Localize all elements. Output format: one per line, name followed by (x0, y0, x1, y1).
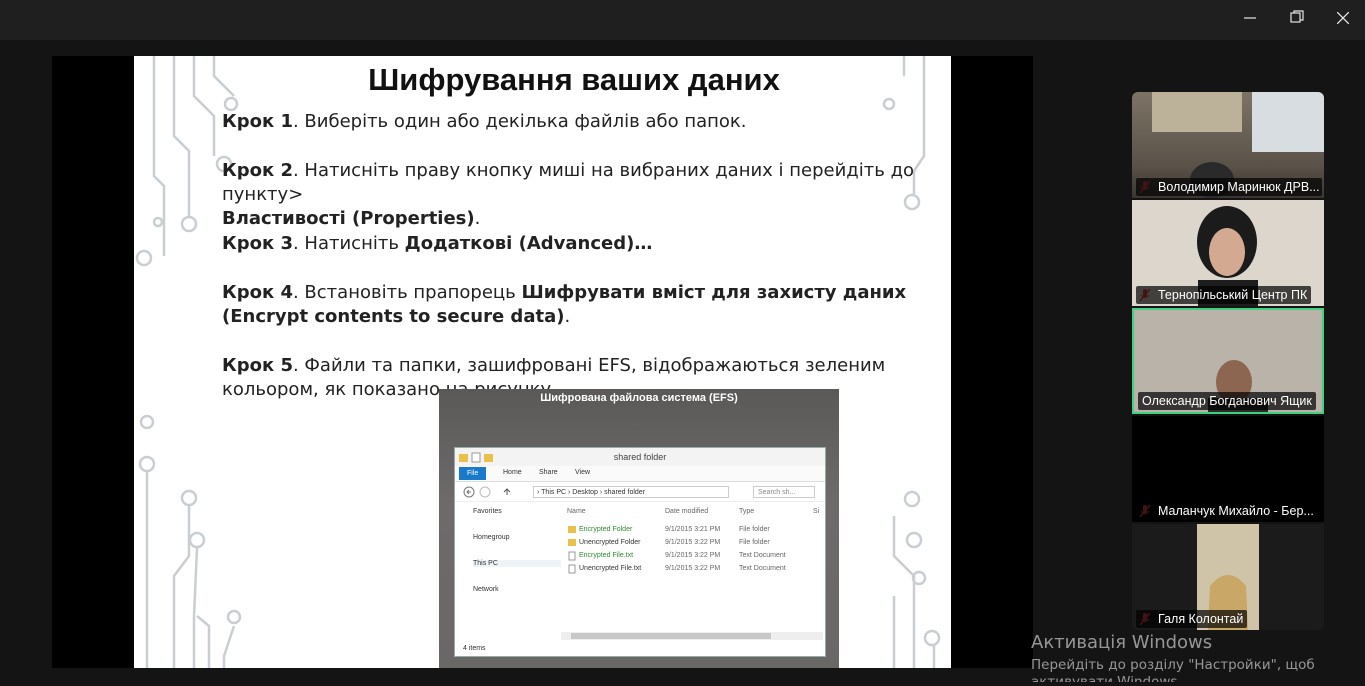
participant-tile-2[interactable]: Тернопільський Центр ПК (1132, 200, 1324, 306)
step-5-label: Крок 5 (222, 355, 293, 376)
figure-caption: Шифрована файлова система (EFS) (540, 392, 738, 404)
row-type: Text Document (739, 565, 786, 572)
ribbon-tab-file[interactable]: File (459, 467, 487, 480)
ribbon-tab-home[interactable]: Home (503, 469, 522, 476)
col-size[interactable]: Si (813, 508, 819, 515)
nav-item-favorites[interactable]: Favorites (473, 508, 502, 515)
slide-title: Шифрування ваших даних (368, 62, 780, 97)
close-icon[interactable] (1323, 6, 1363, 34)
participant-name: Володимир Маринюк ДРВ... (1136, 178, 1322, 196)
activation-subtitle: Перейдіть до розділу "Настройки", щоб (1031, 657, 1315, 673)
row-date: 9/1/2015 3:22 PM (665, 565, 721, 572)
efs-figure: Шифрована файлова система (EFS) shared f… (439, 389, 839, 668)
explorer-title: shared folder (455, 448, 825, 466)
ribbon-tab-share[interactable]: Share (539, 469, 558, 476)
participant-tile-4[interactable]: Маланчук Михайло - Бер... (1132, 416, 1324, 522)
folder-icon (459, 452, 493, 463)
ribbon-tab-view[interactable]: View (575, 469, 590, 476)
step-2: Крок 2. Натисніть праву кнопку миші на в… (222, 159, 942, 231)
row-date: 9/1/2015 3:22 PM (665, 552, 721, 559)
participant-name: Тернопільський Центр ПК (1136, 286, 1312, 304)
row-name[interactable]: Unencrypted File.txt (579, 565, 641, 572)
minimize-icon[interactable] (1230, 6, 1270, 34)
step-2-text: . Натисніть праву кнопку миші на вибрани… (222, 160, 915, 205)
nav-arrows-icon[interactable] (463, 486, 523, 498)
activation-subtitle-2: активувати Windows. (1031, 674, 1182, 682)
step-4-tail: . (564, 306, 571, 327)
participant-tile-5[interactable]: Галя Колонтай (1132, 524, 1324, 630)
step-3: Крок 3. Натисніть Додаткові (Advanced)… (222, 232, 942, 256)
horizontal-scrollbar[interactable] (561, 632, 823, 640)
explorer-ribbon: File Home Share View (455, 466, 825, 482)
nav-item-this-pc[interactable]: This PC (473, 560, 561, 567)
col-type[interactable]: Type (739, 508, 754, 515)
restore-icon[interactable] (1277, 6, 1317, 34)
presentation-slide: Шифрування ваших даних Крок 1. Виберіть … (134, 56, 951, 668)
file-icons (568, 526, 576, 574)
row-date: 9/1/2015 3:22 PM (665, 539, 721, 546)
step-4-label: Крок 4 (222, 282, 293, 303)
title-bar (0, 0, 1365, 40)
col-name[interactable]: Name (567, 508, 586, 515)
step-3-bold: Додаткові (Advanced)… (404, 233, 653, 254)
row-type: File folder (739, 526, 770, 533)
participant-name: Олександр Богданович Ящик (1138, 392, 1316, 410)
row-type: Text Document (739, 552, 786, 559)
shared-screen: Шифрування ваших даних Крок 1. Виберіть … (52, 56, 1033, 668)
status-bar: 4 items (463, 645, 486, 652)
participant-name: Галя Колонтай (1136, 610, 1248, 628)
step-2-tail: . (474, 208, 481, 229)
step-3-text: . Натисніть (292, 233, 405, 254)
meeting-stage: Шифрування ваших даних Крок 1. Виберіть … (0, 40, 1365, 686)
participant-name: Маланчук Михайло - Бер... (1136, 502, 1318, 520)
row-name[interactable]: Unencrypted Folder (579, 539, 640, 546)
nav-item-network[interactable]: Network (473, 586, 499, 593)
row-name[interactable]: Encrypted Folder (579, 526, 632, 533)
participant-tile-1[interactable]: Володимир Маринюк ДРВ... (1132, 92, 1324, 198)
windows-activation-watermark: Активація Windows Перейдіть до розділу "… (1031, 632, 1315, 682)
activation-title: Активація Windows (1031, 632, 1213, 653)
col-date[interactable]: Date modified (665, 508, 708, 515)
row-type: File folder (739, 539, 770, 546)
participant-tile-3-active-speaker[interactable]: Олександр Богданович Ящик (1132, 308, 1324, 414)
step-1: Крок 1. Виберіть один або декілька файлі… (222, 110, 942, 134)
row-date: 9/1/2015 3:21 PM (665, 526, 721, 533)
address-path[interactable]: › This PC › Desktop › shared folder (533, 486, 729, 498)
step-1-text: . Виберіть один або декілька файлів або … (292, 111, 747, 132)
step-4: Крок 4. Встановіть прапорець Шифрувати в… (222, 281, 942, 329)
step-4-text: . Встановіть прапорець (292, 282, 522, 303)
step-2-label: Крок 2 (222, 160, 293, 181)
search-input[interactable]: Search sh... (753, 486, 815, 498)
step-3-label: Крок 3 (222, 233, 293, 254)
row-name[interactable]: Encrypted File.txt (579, 552, 633, 559)
step-2-bold: Властивості (Properties) (222, 208, 475, 229)
step-1-label: Крок 1 (222, 111, 293, 132)
explorer-window: shared folder File Home Share View › Thi… (454, 447, 826, 657)
address-bar: › This PC › Desktop › shared folder Sear… (455, 482, 825, 502)
nav-item-homegroup[interactable]: Homegroup (473, 534, 510, 541)
